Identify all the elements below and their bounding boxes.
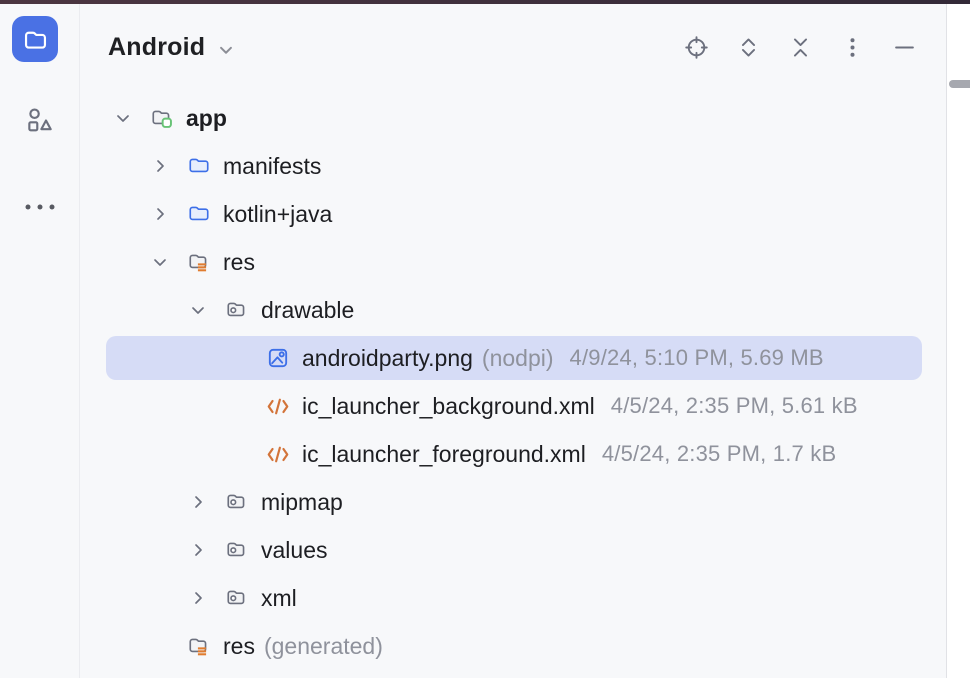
tree-item-metadata: 4/5/24, 2:35 PM, 1.7 kB	[601, 441, 837, 466]
tree-item-label: xml	[261, 584, 297, 611]
folder-icon	[22, 26, 49, 53]
tree-item-label: res	[223, 248, 255, 275]
chevron-down-icon[interactable]	[215, 39, 237, 61]
tree-row-mipmap[interactable]: mipmap	[80, 478, 946, 526]
collapse-all-icon	[786, 33, 815, 62]
chevron-down-icon[interactable]	[141, 243, 179, 281]
tree-item-label: kotlin+java	[223, 200, 333, 227]
header-actions	[680, 31, 920, 63]
tree-item-label: manifests	[223, 152, 322, 179]
chevron-right-icon[interactable]	[179, 531, 217, 569]
resource-folder-icon	[187, 250, 211, 274]
tree-item-qualifier: (generated)	[263, 632, 383, 659]
tree-row-ic-launcher-background[interactable]: ic_launcher_background.xml 4/5/24, 2:35 …	[80, 382, 946, 430]
chevron-right-icon[interactable]	[179, 483, 217, 521]
view-selector[interactable]: Android	[108, 33, 205, 62]
hide-tool-window-button[interactable]	[888, 31, 920, 63]
tree-row-ic-launcher-foreground[interactable]: ic_launcher_foreground.xml 4/5/24, 2:35 …	[80, 430, 946, 478]
image-file-icon	[266, 346, 290, 370]
tree-item-label: app	[186, 104, 227, 131]
tree-row-drawable[interactable]: drawable	[80, 286, 946, 334]
more-tool-windows-button[interactable]	[21, 188, 59, 226]
drawable-folder-icon	[225, 490, 249, 514]
chevron-down-icon[interactable]	[104, 99, 142, 137]
tree-item-metadata: 4/9/24, 5:10 PM, 5.69 MB	[569, 345, 824, 370]
tree-row-xml[interactable]: xml	[80, 574, 946, 622]
tree-row-res-generated[interactable]: res (generated)	[80, 622, 946, 670]
drawable-folder-icon	[225, 586, 249, 610]
tree-item-label: ic_launcher_background.xml	[302, 392, 595, 419]
tree-item-label: ic_launcher_foreground.xml	[302, 440, 586, 467]
resource-manager-button[interactable]	[21, 102, 59, 140]
more-options-button[interactable]	[836, 31, 868, 63]
project-tree: app manifests kotlin+java res drawable a…	[80, 94, 946, 670]
tree-row-androidparty-png[interactable]: androidparty.png (nodpi) 4/9/24, 5:10 PM…	[80, 334, 946, 382]
tree-item-label: mipmap	[261, 488, 343, 515]
xml-file-icon	[266, 394, 290, 418]
project-panel-header: Android	[80, 4, 946, 90]
scrollbar-thumb[interactable]	[949, 80, 970, 88]
collapse-all-button[interactable]	[784, 31, 816, 63]
tree-item-label: drawable	[261, 296, 355, 323]
tree-item-label: res	[223, 632, 255, 659]
drawable-folder-icon	[225, 298, 249, 322]
tree-row-res[interactable]: res	[80, 238, 946, 286]
minus-icon	[890, 33, 919, 62]
chevron-right-icon[interactable]	[179, 579, 217, 617]
chevron-right-icon[interactable]	[141, 195, 179, 233]
tree-item-label: androidparty.png	[302, 344, 473, 371]
chevron-down-icon[interactable]	[179, 291, 217, 329]
tree-item-label: values	[261, 536, 328, 563]
select-opened-file-button[interactable]	[680, 31, 712, 63]
activity-bar	[0, 4, 80, 678]
tree-item-metadata: 4/5/24, 2:35 PM, 5.61 kB	[610, 393, 858, 418]
resource-folder-icon	[187, 634, 211, 658]
blue-folder-icon	[187, 202, 211, 226]
editor-area-edge	[946, 4, 970, 678]
window-top-edge	[0, 0, 970, 4]
locate-target-icon	[682, 33, 711, 62]
tree-row-manifests[interactable]: manifests	[80, 142, 946, 190]
expand-all-button[interactable]	[732, 31, 764, 63]
tree-row-kotlin-java[interactable]: kotlin+java	[80, 190, 946, 238]
drawable-folder-icon	[225, 538, 249, 562]
resource-manager-icon	[23, 104, 57, 138]
tree-item-qualifier: (nodpi)	[481, 344, 554, 371]
tree-row-app[interactable]: app	[80, 94, 946, 142]
xml-file-icon	[266, 442, 290, 466]
project-tool-window: Android app manifests kotlin+java res dr…	[80, 4, 946, 678]
project-tool-window-button[interactable]	[12, 16, 58, 62]
more-horizontal-icon	[22, 201, 58, 213]
chevron-right-icon[interactable]	[141, 147, 179, 185]
android-module-folder-icon	[150, 106, 174, 130]
kebab-vertical-icon	[838, 33, 867, 62]
expand-all-icon	[734, 33, 763, 62]
blue-folder-icon	[187, 154, 211, 178]
tree-row-values[interactable]: values	[80, 526, 946, 574]
